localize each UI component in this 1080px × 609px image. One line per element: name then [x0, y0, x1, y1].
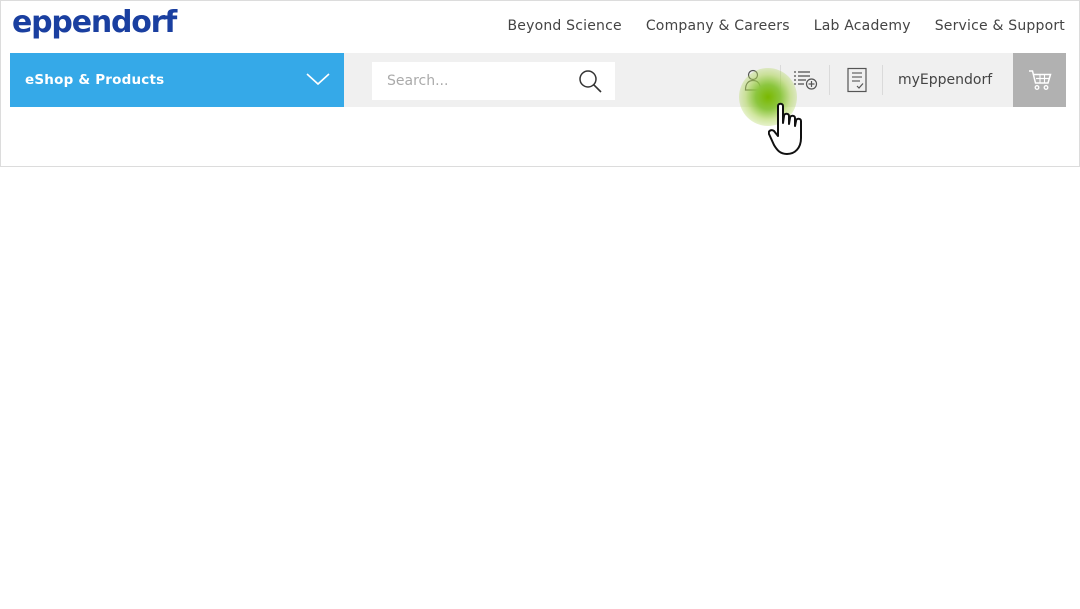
- site-header: eppendorf Beyond Science Company & Caree…: [0, 0, 1080, 167]
- nav-beyond-science[interactable]: Beyond Science: [507, 18, 621, 34]
- eppendorf-logo[interactable]: eppendorf: [12, 5, 177, 40]
- my-eppendorf-link[interactable]: myEppendorf: [898, 72, 992, 88]
- search-icon[interactable]: [578, 69, 602, 93]
- nav-company-careers[interactable]: Company & Careers: [646, 18, 790, 34]
- search-box: [372, 62, 615, 100]
- nav-service-support[interactable]: Service & Support: [935, 18, 1065, 34]
- nav-lab-academy[interactable]: Lab Academy: [814, 18, 911, 34]
- chevron-down-icon: [306, 73, 330, 86]
- search-input[interactable]: [372, 62, 567, 100]
- eshop-products-label: eShop & Products: [25, 72, 165, 88]
- cart-icon: [1028, 70, 1052, 90]
- top-navigation: Beyond Science Company & Careers Lab Aca…: [507, 18, 1065, 34]
- hand-pointer-icon: [768, 102, 802, 155]
- divider: [829, 65, 830, 95]
- cart-button[interactable]: [1013, 53, 1066, 107]
- quotes-button[interactable]: [840, 53, 874, 107]
- divider: [882, 65, 883, 95]
- document-check-icon: [847, 67, 867, 93]
- eshop-products-menu[interactable]: eShop & Products: [10, 53, 344, 107]
- main-toolbar: eShop & Products Search... myEppendorf: [10, 53, 1066, 107]
